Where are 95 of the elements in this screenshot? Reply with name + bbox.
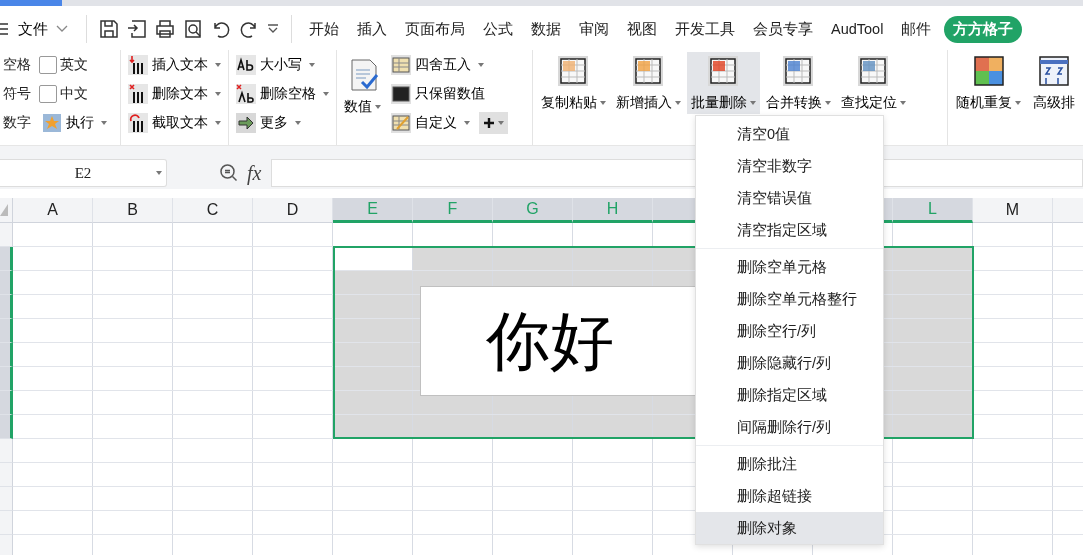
option-label: 数字 — [3, 113, 31, 132]
ribbon-tab[interactable]: 数据 — [522, 15, 570, 43]
select-all-icon[interactable] — [0, 204, 8, 216]
menu-item[interactable]: 删除空单元格 — [696, 251, 883, 283]
row-header[interactable] — [0, 391, 13, 415]
text-tool-button[interactable]: 删除空格 — [233, 79, 333, 108]
menu-item[interactable]: 间隔删除行/列 — [696, 411, 883, 443]
menu-item[interactable]: 删除超链接 — [696, 480, 883, 512]
table-icon — [391, 54, 412, 75]
menu-item[interactable]: 清空0值 — [696, 118, 883, 150]
column-header[interactable]: D — [253, 198, 333, 223]
star-picture-icon — [42, 112, 62, 133]
function-label[interactable]: fx — [247, 161, 262, 185]
sort-icon — [1037, 54, 1071, 88]
ribbon-tab[interactable]: 公式 — [474, 15, 522, 43]
text-tool-button[interactable]: 删除文本 — [125, 79, 224, 108]
ribbon-tab[interactable]: 插入 — [348, 15, 396, 43]
print-icon[interactable] — [155, 19, 175, 39]
row-header[interactable] — [0, 367, 13, 391]
number-tool-button[interactable]: 只保留数值 — [388, 79, 489, 108]
row-header[interactable] — [0, 487, 13, 511]
ribbon-tab[interactable]: AudTool — [822, 17, 893, 41]
option-label: 空格 — [3, 55, 31, 74]
ribbon-tab[interactable]: 邮件 — [892, 15, 941, 43]
spreadsheet-icon — [556, 54, 591, 88]
row-header[interactable] — [0, 247, 13, 271]
customize-caret-icon[interactable] — [267, 23, 279, 35]
number-tool-button[interactable]: 四舍五入 — [388, 50, 488, 79]
spreadsheet-icon — [706, 54, 741, 88]
plus-icon — [483, 116, 496, 129]
ribbon-tab[interactable]: 开始 — [300, 15, 348, 43]
row-header[interactable] — [0, 511, 13, 535]
name-box[interactable]: E2 — [0, 159, 167, 187]
row-header[interactable] — [0, 319, 13, 343]
menu-icon[interactable] — [0, 23, 8, 35]
text-bars-icon — [128, 83, 148, 104]
ribbon-button[interactable]: 高级排 — [1029, 52, 1079, 114]
row-header[interactable] — [0, 463, 13, 487]
menu-item[interactable]: 清空错误值 — [696, 182, 883, 214]
spreadsheet-icon — [781, 54, 816, 88]
column-header[interactable]: C — [173, 198, 253, 223]
row-header[interactable] — [0, 223, 13, 247]
add-button[interactable] — [479, 111, 509, 134]
export-icon[interactable] — [127, 19, 147, 39]
menu-item[interactable]: 删除批注 — [696, 448, 883, 480]
option-label: 符号 — [3, 84, 31, 103]
color-grid-icon — [971, 54, 1006, 88]
execute-button[interactable]: 执行 — [39, 108, 110, 137]
zoom-icon[interactable] — [219, 163, 239, 183]
row-header[interactable] — [0, 271, 13, 295]
row-header[interactable] — [0, 415, 13, 439]
spreadsheet-icon — [631, 54, 666, 88]
text-tool-button[interactable]: 插入文本 — [125, 50, 224, 79]
column-header[interactable]: A — [13, 198, 93, 223]
text-bars-icon — [128, 112, 148, 133]
menu-item[interactable]: 清空指定区域 — [696, 214, 883, 246]
letters-icon — [236, 54, 257, 75]
letters-icon — [236, 83, 257, 104]
preview-icon[interactable] — [183, 19, 203, 39]
column-header[interactable]: M — [973, 198, 1053, 223]
save-icon[interactable] — [99, 19, 119, 39]
text-tool-button[interactable]: 大小写 — [233, 50, 333, 79]
row-header[interactable] — [0, 535, 13, 555]
undo-icon[interactable] — [211, 19, 231, 39]
row-header[interactable] — [0, 439, 13, 463]
ribbon-button[interactable]: 查找定位 — [836, 52, 910, 114]
file-menu[interactable]: 文件 — [14, 19, 78, 39]
redo-icon[interactable] — [239, 19, 259, 39]
text-tool-button[interactable]: 更多 — [233, 108, 333, 137]
ribbon-button[interactable]: 批量删除 — [686, 52, 760, 114]
caret-icon — [56, 25, 68, 33]
table-icon — [391, 83, 412, 104]
ribbon-button[interactable]: 复制粘贴 — [536, 52, 610, 114]
spreadsheet-icon — [856, 54, 891, 88]
row-header[interactable] — [0, 295, 13, 319]
ribbon-tab[interactable]: 开发工具 — [666, 15, 744, 43]
table-icon — [391, 112, 412, 133]
text-bars-icon — [128, 54, 148, 75]
number-button[interactable]: 数值 — [341, 56, 385, 118]
number-tool-button[interactable]: 自定义 — [388, 108, 474, 137]
checkbox[interactable]: 英文 — [39, 50, 110, 79]
row-header[interactable] — [0, 343, 13, 367]
menu-item[interactable]: 删除对象 — [696, 512, 883, 544]
ribbon-button[interactable]: 新增插入 — [611, 52, 685, 114]
ribbon-tab[interactable]: 会员专享 — [744, 15, 822, 43]
ribbon-button[interactable]: 合并转换 — [761, 52, 835, 114]
ribbon-tab[interactable]: 页面布局 — [396, 15, 474, 43]
ribbon-button[interactable]: 随机重复 — [952, 52, 1025, 114]
text-tool-button[interactable]: 截取文本 — [125, 108, 224, 137]
column-header[interactable] — [1053, 198, 1083, 223]
menu-item[interactable]: 清空非数字 — [696, 150, 883, 182]
checkbox[interactable]: 中文 — [39, 79, 110, 108]
column-header[interactable]: B — [93, 198, 173, 223]
ribbon-tab[interactable]: 视图 — [618, 15, 666, 43]
ribbon-tab[interactable]: 审阅 — [570, 15, 618, 43]
